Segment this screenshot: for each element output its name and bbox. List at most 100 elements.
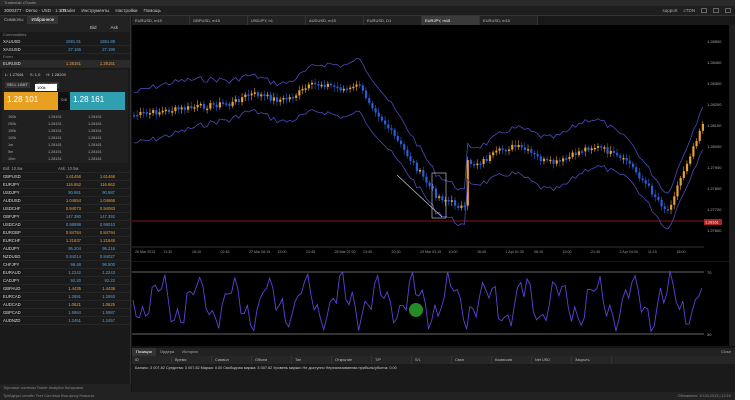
candle xyxy=(291,97,295,99)
candle xyxy=(387,124,390,129)
symbol-row[interactable]: AUDCAD 1.0621 1.0625 xyxy=(0,301,130,309)
col-header[interactable]: T/P xyxy=(372,356,412,364)
time-tick-label: 02:45 xyxy=(221,250,230,254)
candle xyxy=(536,154,539,157)
symbol-row[interactable]: EURCAD 1.2691 1.2693 xyxy=(0,293,130,301)
tab-history[interactable]: История xyxy=(178,348,202,356)
symbol-row[interactable]: GBPJPY 147.380 147.392 xyxy=(0,213,130,221)
symbol-row[interactable]: XAGUSD 27.166 27.190 xyxy=(0,46,130,54)
candle xyxy=(358,84,361,86)
account-selector[interactable]: 3000377 · Demo · USD · 1:100 xyxy=(4,8,66,13)
symbol-row[interactable]: AUDJPY 95.204 95.218 xyxy=(0,245,130,253)
ask-price: 95.218 xyxy=(102,246,115,251)
col-header[interactable]: Net USD xyxy=(532,356,572,364)
close-icon[interactable] xyxy=(725,8,731,13)
symbol-row[interactable]: USDCAD 0.98998 0.99010 xyxy=(0,221,130,229)
col-header[interactable]: Символ xyxy=(212,356,252,364)
chart-tab[interactable]: AUDUSD, m15 xyxy=(306,16,364,25)
price-chart[interactable]: 1.28500 1.28400 1.28300 1.28200 1.28100 1.280… xyxy=(132,25,729,261)
col-header[interactable]: Время xyxy=(172,356,212,364)
col-header[interactable]: Тип xyxy=(292,356,332,364)
candle xyxy=(164,109,167,112)
candle xyxy=(323,84,326,87)
col-header[interactable]: S/L xyxy=(412,356,452,364)
col-header[interactable]: Комиссия xyxy=(492,356,532,364)
candle xyxy=(339,87,342,91)
sell-price: 1.28 101 xyxy=(7,95,39,104)
symbol-row[interactable]: AUDUSD 1.04654 1.04666 xyxy=(0,197,130,205)
buy-button[interactable]: 1.28 161 xyxy=(70,92,125,110)
candle xyxy=(441,196,444,201)
candle xyxy=(231,101,234,107)
bid-price: 116.652 xyxy=(66,182,81,187)
chart-tab[interactable]: EURUSD, D1 xyxy=(364,16,422,25)
candle xyxy=(527,149,530,151)
bid-price: 1.2691 xyxy=(68,294,81,299)
menu-settings[interactable]: Настройки xyxy=(115,8,137,13)
bid-price: 1.2242 xyxy=(68,270,81,275)
symbol-name: CHFJPY xyxy=(3,262,20,267)
lot-size-input[interactable]: 100k xyxy=(35,84,57,91)
symbol-row[interactable]: GBPAUD 1.4435 1.4438 xyxy=(0,285,130,293)
oscillator-pane[interactable]: 70 30 xyxy=(132,262,729,346)
symbol-row[interactable]: GBPUSD 1.61456 1.61466 xyxy=(0,173,130,181)
chart-tab[interactable]: GBPUSD, m15 xyxy=(190,16,248,25)
symbol-row[interactable]: EURGBP 0.84784 0.84794 xyxy=(0,229,130,237)
candlestick-chart[interactable]: 1.28500 1.28400 1.28300 1.28200 1.28100 1.280… xyxy=(132,25,729,261)
tab-orders[interactable]: Ордера xyxy=(156,348,178,356)
tab-symbols[interactable]: Символы xyxy=(0,16,27,24)
rsi-oscillator[interactable]: 70 30 xyxy=(132,262,729,346)
candle xyxy=(523,147,527,150)
sell-limit-button[interactable]: SELL LIMIT xyxy=(5,82,30,88)
symbol-row[interactable]: USDCHF 0.94073 0.94083 xyxy=(0,205,130,213)
maximize-icon[interactable] xyxy=(713,8,719,13)
col-header[interactable]: Открытие xyxy=(332,356,372,364)
chart-tab[interactable]: EURUSD, m15 xyxy=(480,16,538,25)
support-link[interactable]: support xyxy=(662,8,677,13)
symbol-row[interactable]: GBPCAD 1.5984 1.5987 xyxy=(0,309,130,317)
candle xyxy=(689,156,692,164)
candle xyxy=(352,86,355,89)
candle xyxy=(403,144,406,150)
symbol-row[interactable]: EURJPY 116.652 116.662 xyxy=(0,181,130,189)
candle xyxy=(202,103,206,109)
candle xyxy=(530,149,533,153)
minimize-icon[interactable] xyxy=(701,8,707,13)
symbol-row[interactable]: CADJPY 92.20 92.22 xyxy=(0,277,130,285)
candle xyxy=(155,110,158,115)
close-all-button[interactable]: Close xyxy=(717,348,735,356)
sell-button[interactable]: 1.28 101 xyxy=(4,92,58,110)
candle xyxy=(666,209,670,211)
tab-positions[interactable]: Позиции xyxy=(132,348,156,356)
tab-favorites[interactable]: Избранное xyxy=(27,16,59,24)
col-header[interactable]: Закрыть xyxy=(572,356,612,364)
symbol-row[interactable]: CHFJPY 96.48 96.500 xyxy=(0,261,130,269)
symbol-row[interactable]: USDJPY 90.981 90.987 xyxy=(0,189,130,197)
candle xyxy=(282,97,285,100)
symbol-row[interactable]: AUDNZD 1.2451 1.2457 xyxy=(0,317,130,325)
symbol-row[interactable]: EURCHF 1.21637 1.21648 xyxy=(0,237,130,245)
col-header[interactable]: ID xyxy=(132,356,172,364)
candle xyxy=(371,103,374,109)
col-header[interactable]: Своп xyxy=(452,356,492,364)
time-tick-label: 18:00 xyxy=(677,250,686,254)
symbol-row[interactable]: EURAUD 1.2242 1.2243 xyxy=(0,269,130,277)
menu-help[interactable]: Помощь xyxy=(143,8,160,13)
chart-tab-active[interactable]: EURJPY, m15 xyxy=(422,16,480,25)
vertical-toolbar[interactable] xyxy=(729,25,735,346)
candle xyxy=(250,93,253,96)
candle xyxy=(412,160,415,163)
candle xyxy=(298,90,301,96)
menu-ctrader[interactable]: cTrader xyxy=(60,8,75,13)
chart-tab[interactable]: USDJPY, h1 xyxy=(248,16,306,25)
symbol-row-selected[interactable]: EURUSD 1.28161 1.28161 xyxy=(0,60,130,68)
col-header[interactable]: Объем xyxy=(252,356,292,364)
symbol-row[interactable]: NZDUSD 0.84014 0.84027 xyxy=(0,253,130,261)
candle xyxy=(304,88,307,90)
menu-tools[interactable]: Инструменты xyxy=(81,8,109,13)
candle xyxy=(399,140,403,145)
time-tick-label: 11:30 xyxy=(164,250,173,254)
ctdn-link[interactable]: cTDN xyxy=(684,8,696,13)
symbol-row[interactable]: XAUUSD 1591.51 1591.88 xyxy=(0,38,130,46)
chart-tab[interactable]: EURUSD, m15 xyxy=(132,16,190,25)
